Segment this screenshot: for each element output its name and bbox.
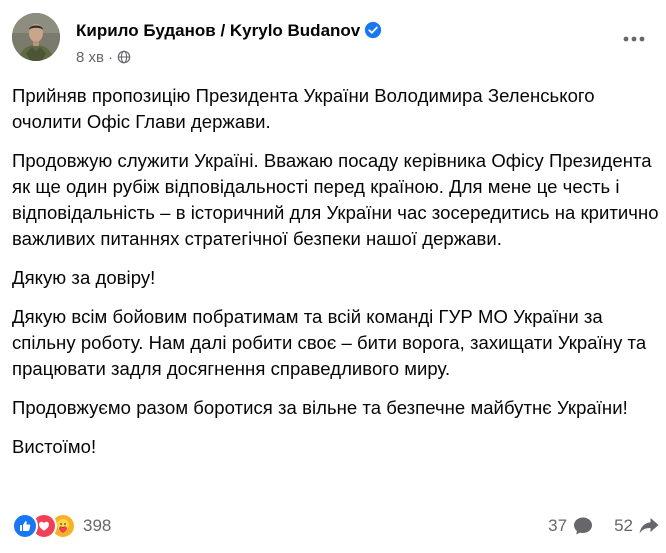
comments-link[interactable]: 37 [548, 515, 594, 537]
comment-icon [574, 517, 593, 535]
post-header: Кирило Буданов / Kyrylo Budanov 8 хв · [12, 13, 654, 66]
reaction-count[interactable]: 398 [83, 516, 111, 536]
author-name[interactable]: Кирило Буданов / Kyrylo Budanov [76, 21, 382, 41]
like-reaction-icon [12, 513, 38, 539]
more-options-button[interactable] [620, 25, 648, 53]
post-meta: 8 хв · [76, 49, 131, 67]
more-options-icon [623, 36, 645, 42]
post-paragraph: Продовжуємо разом боротися за вільне та … [12, 397, 628, 418]
verified-badge-icon [365, 21, 382, 39]
avatar[interactable] [12, 13, 60, 61]
facebook-post: Кирило Буданов / Kyrylo Budanov 8 хв · Пр… [0, 0, 666, 553]
avatar-image [12, 13, 60, 61]
comment-count[interactable]: 37 [548, 516, 567, 536]
globe-icon[interactable] [117, 50, 131, 64]
post-paragraph: Дякую всім бойовим побратимам та всій ко… [12, 306, 647, 379]
post-paragraph: Прийняв пропозицію Президента України Во… [12, 85, 595, 132]
meta-separator: · [107, 49, 113, 66]
shares-link[interactable]: 52 [614, 515, 660, 537]
post-time[interactable]: 8 хв [76, 49, 104, 66]
post-footer: 398 37 52 [12, 512, 660, 542]
reactions-summary[interactable]: 398 [12, 513, 111, 539]
post-paragraph: Вистоїмо! [12, 436, 97, 457]
post-paragraph: Продовжую служити Україні. Вважаю посаду… [12, 150, 659, 249]
post-body: Прийняв пропозицію Президента України Во… [12, 83, 660, 473]
share-icon [639, 518, 659, 534]
author-name-text[interactable]: Кирило Буданов / Kyrylo Budanov [76, 21, 360, 40]
engagement-counts: 37 52 [548, 514, 660, 538]
post-paragraph: Дякую за довіру! [12, 267, 156, 288]
share-count[interactable]: 52 [614, 516, 633, 536]
